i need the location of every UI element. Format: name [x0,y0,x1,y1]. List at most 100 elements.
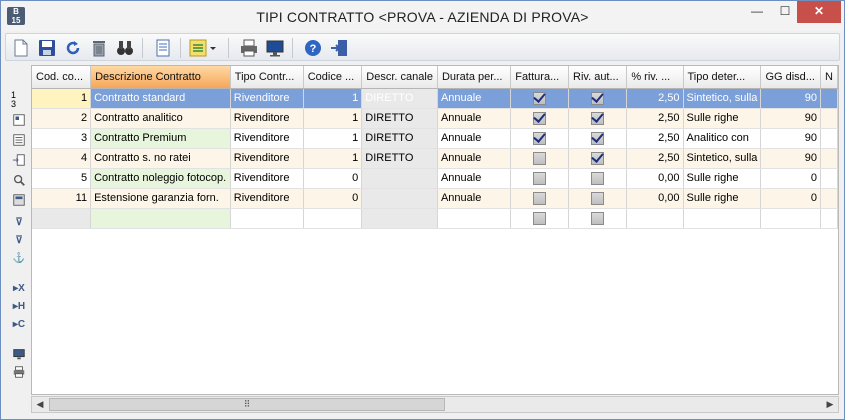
cell-perc[interactable]: 2,50 [626,108,684,129]
cell-fattura[interactable] [510,88,570,109]
cell-code[interactable]: 1 [32,88,92,109]
cell-perc[interactable]: 0,00 [626,168,684,189]
cell-riv[interactable] [568,128,628,149]
column-header[interactable]: Fattura... [510,66,570,89]
checkbox[interactable] [533,111,547,125]
print-small-icon[interactable] [11,365,27,381]
cell-gg[interactable]: 90 [760,128,821,149]
cell-codice[interactable]: 1 [303,148,363,169]
minimize-button[interactable]: — [743,1,771,23]
filter-icon[interactable]: ⊽ [11,215,27,231]
horizontal-scrollbar[interactable]: ◀ ⠿ ▶ [31,396,839,413]
cell-perc[interactable]: 0,00 [626,188,684,209]
cell-fattura[interactable] [510,208,570,229]
checkbox[interactable] [591,171,605,185]
cell-code[interactable]: 3 [32,128,92,149]
checkbox[interactable] [533,91,547,105]
scroll-thumb[interactable]: ⠿ [49,398,445,411]
cell-riv[interactable] [568,208,628,229]
checkbox[interactable] [533,151,547,165]
cell-tipo-det[interactable]: Sintetico, sulla [683,148,762,169]
column-header[interactable]: Descr. canale [361,66,438,89]
close-button[interactable]: ✕ [797,1,841,23]
table-row[interactable]: 4 Contratto s. no ratei Rivenditore 1 DIRETT… [32,148,838,169]
cell-n[interactable] [820,128,838,149]
export-x-icon[interactable]: ▸X [11,281,27,297]
cell-tipo[interactable]: Rivenditore [230,128,304,149]
refresh-icon[interactable] [62,37,84,59]
cell-desc[interactable]: Contratto standard [90,88,231,109]
checkbox[interactable] [591,91,605,105]
cell-tipo-det[interactable]: Sulle righe [683,168,762,189]
cell-perc[interactable] [626,208,684,229]
cell-desc[interactable]: Estensione garanzia forn. [90,188,231,209]
cell-codice[interactable]: 0 [303,168,363,189]
page-icon[interactable] [152,37,174,59]
anchor-icon[interactable]: ⚓ [11,251,27,267]
cell-code[interactable] [32,208,92,229]
column-header[interactable]: Tipo Contr... [230,66,304,89]
table-row[interactable]: 3 Contratto Premium Rivenditore 1 DIRETTO Ann… [32,128,838,149]
cell-n[interactable] [820,188,838,209]
table-row[interactable]: 11 Estensione garanzia forn. Rivenditore 0 A… [32,188,838,209]
column-header[interactable]: Cod. co... [32,66,92,89]
checkbox[interactable] [591,191,605,205]
cell-tipo-det[interactable]: Sintetico, sulla [683,88,762,109]
cell-riv[interactable] [568,88,628,109]
zoom-icon[interactable] [11,173,27,189]
cell-durata[interactable]: Annuale [437,88,512,109]
cell-tipo-det[interactable]: Sulle righe [683,188,762,209]
column-header[interactable]: N [820,66,838,89]
cell-riv[interactable] [568,108,628,129]
cell-gg[interactable]: 0 [760,168,821,189]
cell-desc[interactable]: Contratto Premium [90,128,231,149]
cell-durata[interactable]: Annuale [437,168,512,189]
checkbox[interactable] [591,131,605,145]
checkbox[interactable] [533,171,547,185]
monitor-icon[interactable] [264,37,286,59]
cell-tipo[interactable]: Rivenditore [230,168,304,189]
print-icon[interactable] [238,37,260,59]
cell-codice[interactable]: 1 [303,128,363,149]
cell-desc[interactable]: Contratto s. no ratei [90,148,231,169]
cell-codice[interactable]: 0 [303,188,363,209]
cell-tipo[interactable] [230,208,304,229]
exit-icon[interactable] [328,37,350,59]
cell-n[interactable] [820,168,838,189]
column-header[interactable]: Riv. aut... [568,66,628,89]
cell-tipo-det[interactable]: Analitico con [683,128,762,149]
maximize-button[interactable]: ☐ [771,1,799,23]
cell-fattura[interactable] [510,108,570,129]
delete-icon[interactable] [88,37,110,59]
cell-code[interactable]: 4 [32,148,92,169]
record-form-icon[interactable] [11,113,27,129]
cell-durata[interactable]: Annuale [437,148,512,169]
table-row[interactable]: 1 Contratto standard Rivenditore 1 DIRETTO An… [32,88,838,109]
cell-tipo-det[interactable] [683,208,762,229]
cell-tipo[interactable]: Rivenditore [230,88,304,109]
checkbox[interactable] [591,211,605,225]
cell-fattura[interactable] [510,148,570,169]
export-h-icon[interactable]: ▸H [11,299,27,315]
cell-durata[interactable] [437,208,512,229]
cell-perc[interactable]: 2,50 [626,148,684,169]
help-icon[interactable]: ? [302,37,324,59]
cell-riv[interactable] [568,188,628,209]
cell-codice[interactable]: 1 [303,108,363,129]
column-header[interactable]: Tipo deter... [683,66,762,89]
cell-tipo[interactable]: Rivenditore [230,188,304,209]
cell-durata[interactable]: Annuale [437,128,512,149]
cell-code[interactable]: 5 [32,168,92,189]
cell-durata[interactable]: Annuale [437,188,512,209]
save-icon[interactable] [36,37,58,59]
filter-remove-icon[interactable]: ⊽ [11,233,27,249]
checkbox[interactable] [533,211,547,225]
cell-desc[interactable]: Contratto noleggio fotocop. [90,168,231,189]
screen-icon[interactable] [11,347,27,363]
binoculars-icon[interactable] [114,37,136,59]
column-header[interactable]: Codice ... [303,66,363,89]
column-header[interactable]: % riv. ... [626,66,684,89]
table-row[interactable]: 5 Contratto noleggio fotocop. Rivenditore 0… [32,168,838,189]
table-row[interactable]: 2 Contratto analitico Rivenditore 1 DIRETTO A… [32,108,838,129]
cell-desc[interactable]: Contratto analitico [90,108,231,129]
